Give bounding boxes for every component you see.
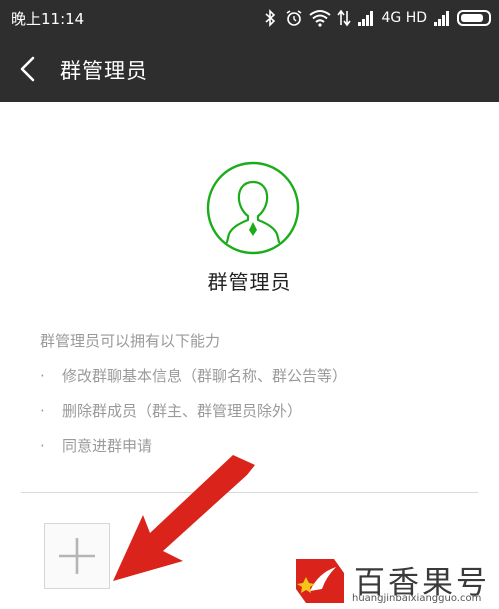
battery-icon xyxy=(457,10,491,26)
admin-title: 群管理员 xyxy=(207,270,292,294)
arrow-pointer-icon xyxy=(113,455,255,581)
page-title: 群管理员 xyxy=(60,59,148,83)
data-arrows-icon xyxy=(337,9,352,27)
chevron-left-icon xyxy=(20,56,35,82)
back-button[interactable] xyxy=(10,50,48,88)
battery-level xyxy=(461,14,483,22)
watermark-url: huangjinbaixiangguo.com xyxy=(352,593,482,604)
user-silhouette-icon xyxy=(206,161,300,255)
alarm-icon xyxy=(287,10,302,26)
list-item: · 删除群成员（群主、群管理员除外） xyxy=(40,402,303,420)
nav-bar: 群管理员 xyxy=(0,36,499,102)
plus-icon xyxy=(59,538,95,574)
signal-icon xyxy=(358,11,374,26)
wifi-icon xyxy=(309,10,332,27)
bluetooth-icon xyxy=(265,9,276,27)
list-item: · 修改群聊基本信息（群聊名称、群公告等） xyxy=(40,367,348,385)
add-admin-button[interactable] xyxy=(44,523,110,589)
capabilities-list: 群管理员可以拥有以下能力 · 修改群聊基本信息（群聊名称、群公告等） · 删除群成员… xyxy=(40,330,347,470)
watermark: 百香果号 huangjinbaixiangguo.com xyxy=(292,555,499,609)
network-label: 4G HD xyxy=(381,10,427,26)
status-icons: 4G HD xyxy=(261,7,491,29)
capabilities-heading: 群管理员可以拥有以下能力 xyxy=(40,332,221,350)
watermark-logo xyxy=(296,559,344,603)
status-bar: 晚上11:14 4G HD xyxy=(0,0,499,36)
status-time: 晚上11:14 xyxy=(11,10,85,28)
signal-icon xyxy=(434,11,449,26)
